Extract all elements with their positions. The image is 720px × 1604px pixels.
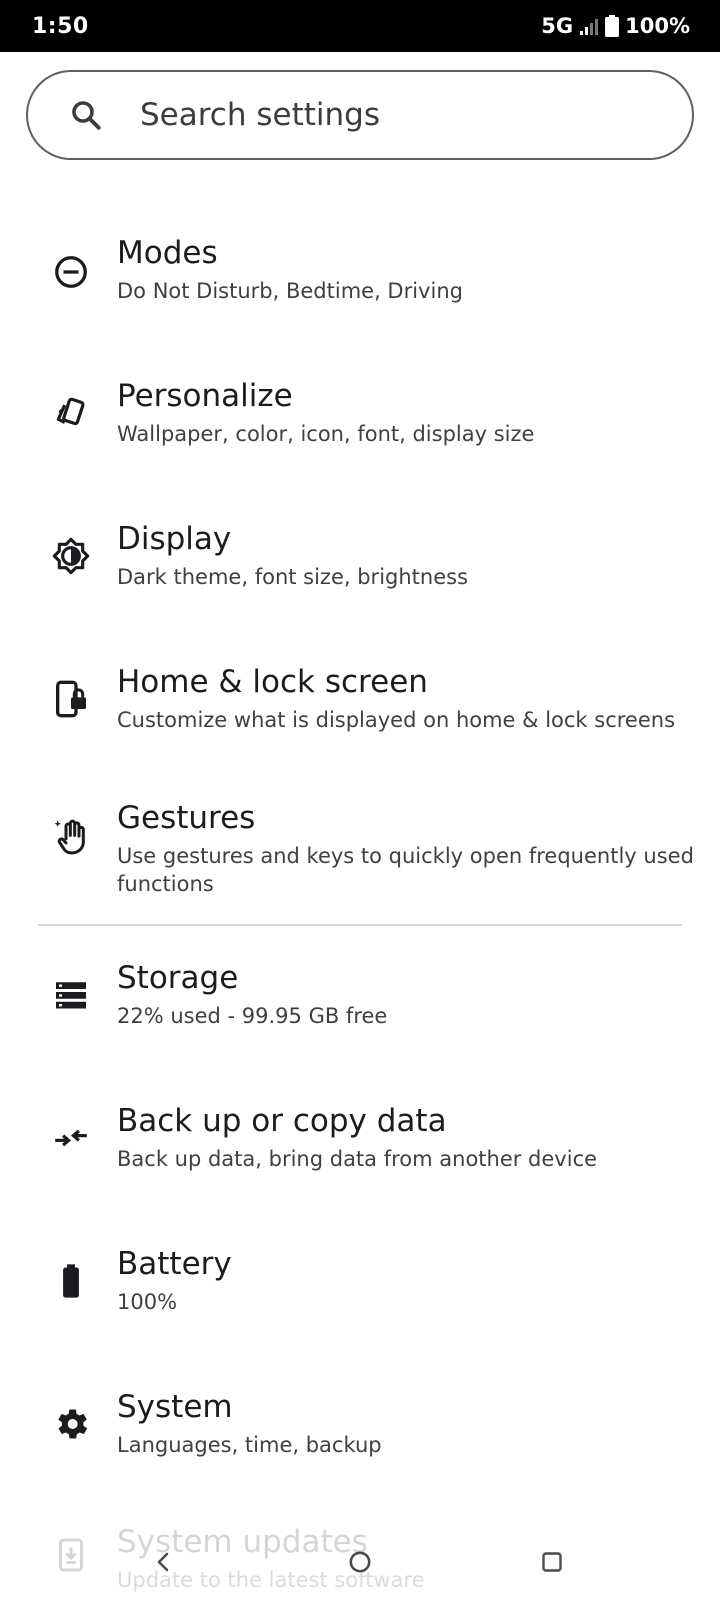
recents-icon[interactable] bbox=[532, 1542, 572, 1582]
settings-item-display[interactable]: Display Dark theme, font size, brightnes… bbox=[0, 511, 720, 621]
gestures-icon bbox=[50, 816, 92, 858]
settings-item-backup[interactable]: Back up or copy data Back up data, bring… bbox=[0, 1093, 720, 1203]
item-title: Home & lock screen bbox=[117, 664, 428, 700]
modes-icon bbox=[50, 251, 92, 293]
status-time: 1:50 bbox=[32, 13, 89, 39]
back-icon[interactable] bbox=[144, 1542, 184, 1582]
signal-icon bbox=[579, 17, 599, 35]
item-subtitle: Languages, time, backup bbox=[117, 1433, 382, 1457]
settings-item-home-lock-screen[interactable]: Home & lock screen Customize what is dis… bbox=[0, 654, 720, 764]
item-title: Storage bbox=[117, 960, 239, 996]
item-subtitle: 100% bbox=[117, 1290, 178, 1314]
item-subtitle: Wallpaper, color, icon, font, display si… bbox=[117, 422, 535, 446]
search-bar[interactable] bbox=[26, 70, 694, 160]
section-divider bbox=[38, 924, 682, 926]
navigation-bar bbox=[0, 1530, 720, 1590]
item-subtitle: Do Not Disturb, Bedtime, Driving bbox=[117, 279, 463, 303]
network-type: 5G bbox=[541, 14, 574, 38]
display-icon bbox=[50, 535, 92, 577]
item-title: Personalize bbox=[117, 378, 293, 414]
battery-icon bbox=[50, 1260, 92, 1302]
home-lock-icon bbox=[50, 678, 92, 720]
search-icon bbox=[68, 97, 104, 133]
item-subtitle: Back up data, bring data from another de… bbox=[117, 1147, 598, 1171]
settings-item-battery[interactable]: Battery 100% bbox=[0, 1236, 720, 1346]
settings-item-system[interactable]: System Languages, time, backup bbox=[0, 1379, 720, 1489]
item-title: Display bbox=[117, 521, 232, 557]
item-title: Back up or copy data bbox=[117, 1103, 447, 1139]
search-input[interactable] bbox=[140, 97, 620, 133]
item-title: Gestures bbox=[117, 800, 256, 836]
item-subtitle: Dark theme, font size, brightness bbox=[117, 565, 469, 589]
settings-item-storage[interactable]: Storage 22% used - 99.95 GB free bbox=[0, 950, 720, 1060]
home-icon[interactable] bbox=[340, 1542, 380, 1582]
settings-item-modes[interactable]: Modes Do Not Disturb, Bedtime, Driving bbox=[0, 225, 720, 335]
settings-screen: 1:50 5G 100% Search settings Modes Do No… bbox=[0, 0, 720, 1604]
item-subtitle: Customize what is displayed on home & lo… bbox=[117, 708, 676, 732]
status-bar: 1:50 5G 100% bbox=[0, 0, 720, 52]
gear-icon bbox=[50, 1403, 92, 1445]
settings-item-personalize[interactable]: Personalize Wallpaper, color, icon, font… bbox=[0, 368, 720, 478]
item-title: Battery bbox=[117, 1246, 232, 1282]
personalize-icon bbox=[50, 392, 92, 434]
item-subtitle: 22% used - 99.95 GB free bbox=[117, 1004, 388, 1028]
settings-item-gestures[interactable]: Gestures Use gestures and keys to quickl… bbox=[0, 790, 720, 910]
backup-icon bbox=[50, 1117, 92, 1159]
battery-icon bbox=[605, 15, 620, 37]
item-title: Modes bbox=[117, 235, 218, 271]
status-indicators: 5G 100% bbox=[541, 14, 690, 38]
item-subtitle: Use gestures and keys to quickly open fr… bbox=[117, 844, 694, 896]
battery-percent: 100% bbox=[625, 14, 690, 38]
item-title: System bbox=[117, 1389, 233, 1425]
storage-icon bbox=[50, 974, 92, 1016]
